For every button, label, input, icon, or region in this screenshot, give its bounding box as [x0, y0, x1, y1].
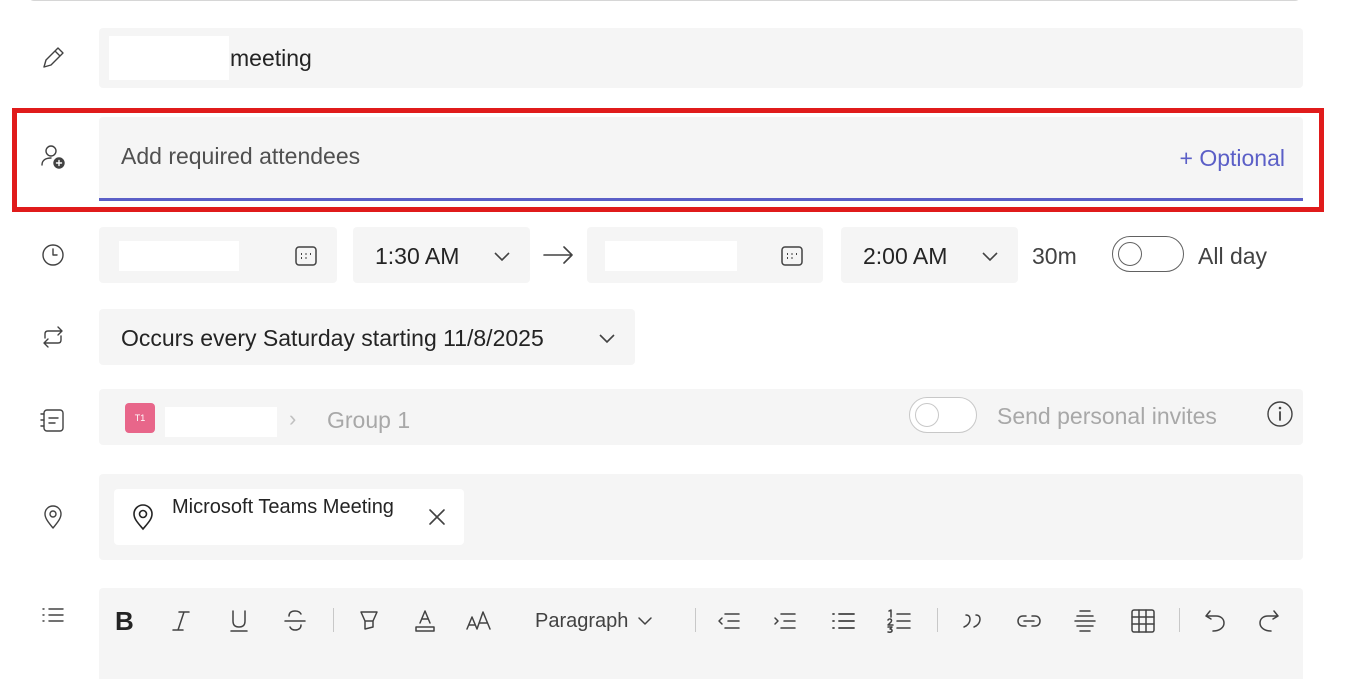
italic-button[interactable] [167, 604, 195, 638]
title-value: meeting [230, 45, 312, 71]
strikethrough-icon [284, 610, 306, 631]
send-invites-label: Send personal invites [997, 403, 1217, 429]
strikethrough-button[interactable] [281, 604, 309, 638]
bullet-list-icon [832, 613, 855, 629]
location-pin-icon [36, 500, 70, 534]
insert-table-button[interactable] [1129, 604, 1157, 638]
numbered-list-button[interactable] [885, 604, 913, 638]
location-chip[interactable]: Microsoft Teams Meeting [114, 489, 464, 545]
highlighter-icon [360, 611, 378, 630]
channel-selector[interactable]: T1 › Group 1 Send personal invites [99, 389, 1303, 445]
location-input[interactable]: Microsoft Teams Meeting [99, 474, 1303, 560]
arrow-right-icon [543, 246, 573, 264]
undo-icon [1205, 610, 1225, 632]
list-icon [36, 598, 70, 632]
italic-icon [172, 611, 190, 631]
redacted-text [605, 241, 737, 271]
recurrence-dropdown[interactable]: Occurs every Saturday starting 11/8/2025 [99, 309, 635, 365]
close-icon[interactable] [426, 506, 448, 528]
clock-icon [36, 238, 70, 272]
numbered-list-icon [887, 609, 911, 633]
font-size-icon [466, 611, 491, 630]
underline-icon [230, 610, 248, 632]
attendees-placeholder: Add required attendees [121, 143, 361, 169]
font-color-button[interactable] [411, 604, 439, 638]
chevron-down-icon [494, 252, 510, 262]
info-icon[interactable] [1265, 399, 1295, 429]
horizontal-rule-button[interactable] [1071, 604, 1099, 638]
table-icon [1131, 609, 1155, 633]
font-size-button[interactable] [465, 604, 493, 638]
description-editor[interactable]: B Paragraph [99, 588, 1303, 679]
paragraph-style-label: Paragraph [535, 609, 629, 632]
add-person-icon [36, 140, 70, 174]
all-day-toggle[interactable] [1112, 236, 1184, 272]
calendar-icon [295, 246, 317, 266]
underline-button[interactable] [225, 604, 253, 638]
all-day-label: All day [1198, 243, 1268, 269]
attendees-input[interactable]: Add required attendees + Optional [99, 117, 1303, 201]
toolbar-divider [1179, 608, 1180, 632]
toolbar-divider [937, 608, 938, 632]
start-time-dropdown[interactable]: 1:30 AM [353, 227, 530, 283]
indent-icon [774, 613, 796, 629]
location-chip-label: Microsoft Teams Meeting [172, 496, 394, 518]
location-pin-icon [133, 504, 153, 531]
recurrence-label: Occurs every Saturday starting 11/8/2025 [121, 325, 544, 351]
chevron-down-icon [982, 252, 998, 262]
horizontal-rule-icon [1074, 610, 1096, 632]
quote-button[interactable] [959, 604, 987, 638]
link-icon [1017, 615, 1041, 627]
duration-label: 30m [1032, 243, 1077, 269]
toggle-knob [915, 403, 939, 427]
bold-button[interactable]: B [115, 604, 134, 638]
title-input[interactable]: meeting [99, 28, 1303, 88]
redacted-text [165, 407, 277, 437]
redo-button[interactable] [1255, 604, 1283, 638]
toggle-knob [1118, 242, 1142, 266]
highlight-button[interactable] [355, 604, 383, 638]
paragraph-style-dropdown[interactable]: Paragraph [535, 604, 665, 638]
redacted-text [109, 36, 229, 80]
end-date-picker[interactable] [587, 227, 823, 283]
channel-name: Group 1 [327, 407, 411, 433]
end-time-value: 2:00 AM [863, 243, 948, 269]
redo-icon [1259, 610, 1279, 632]
redacted-text [119, 241, 239, 271]
toolbar-divider [695, 608, 696, 632]
quote-icon [963, 614, 981, 628]
end-time-dropdown[interactable]: 2:00 AM [841, 227, 1018, 283]
decrease-indent-button[interactable] [715, 604, 743, 638]
undo-button[interactable] [1201, 604, 1229, 638]
chevron-down-icon [599, 334, 615, 344]
team-avatar: T1 [125, 403, 155, 433]
chevron-down-icon [638, 617, 653, 625]
font-color-icon [415, 610, 435, 632]
calendar-icon [781, 246, 803, 266]
toolbar-divider [333, 608, 334, 632]
increase-indent-button[interactable] [771, 604, 799, 638]
channel-icon [36, 403, 70, 437]
optional-attendees-link[interactable]: + Optional [1180, 145, 1286, 172]
repeat-icon [36, 320, 70, 354]
start-date-picker[interactable] [99, 227, 337, 283]
bulleted-list-button[interactable] [829, 604, 857, 638]
pencil-icon [36, 41, 70, 75]
send-invites-toggle[interactable] [909, 397, 977, 433]
chevron-right-icon: › [289, 406, 297, 431]
previous-section-border [28, 0, 1301, 1]
start-time-value: 1:30 AM [375, 243, 460, 269]
insert-link-button[interactable] [1015, 604, 1043, 638]
outdent-icon [718, 613, 740, 629]
